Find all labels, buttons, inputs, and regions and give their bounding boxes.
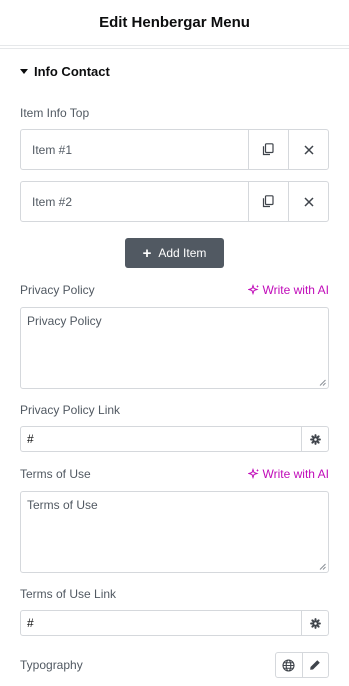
resize-handle-icon[interactable] [319,379,326,386]
write-with-ai-button[interactable]: Write with AI [247,467,329,481]
link-options-button[interactable] [301,610,329,636]
url-value: # [27,616,34,630]
resize-handle-icon[interactable] [319,563,326,570]
ai-sparkle-icon [247,468,259,480]
write-with-ai-button[interactable]: Write with AI [247,283,329,297]
repeater-item-title[interactable]: Item #1 [21,130,248,169]
repeater-item[interactable]: Item #1 [20,129,329,170]
caret-down-icon [20,69,28,74]
terms-of-use-link-input[interactable]: # [20,610,302,636]
remove-button[interactable] [288,182,328,221]
privacy-policy-textarea[interactable]: Privacy Policy [20,307,329,389]
ai-sparkle-icon [247,284,259,296]
global-typography-button[interactable] [276,653,302,677]
section-title: Info Contact [34,64,110,79]
write-with-ai-label: Write with AI [262,467,329,481]
repeater-item-title[interactable]: Item #2 [21,182,248,221]
privacy-policy-link-input[interactable]: # [20,426,302,452]
typography-controls [275,652,329,678]
add-item-label: Add Item [158,246,207,260]
repeater-label: Item Info Top [20,106,90,120]
remove-button[interactable] [288,130,328,169]
write-with-ai-label: Write with AI [262,283,329,297]
panel-header: Edit Henbergar Menu [0,0,349,45]
terms-of-use-textarea[interactable]: Terms of Use [20,491,329,573]
header-divider [0,45,349,46]
section-toggle-info-contact[interactable]: Info Contact [20,64,110,79]
typography-label: Typography [20,658,83,672]
pencil-icon [310,660,321,670]
textarea-value: Terms of Use [27,498,98,512]
copy-icon [262,195,274,208]
edit-typography-button[interactable] [301,653,329,677]
terms-of-use-label: Terms of Use [20,467,91,481]
duplicate-button[interactable] [248,130,288,169]
url-value: # [27,432,34,446]
textarea-value: Privacy Policy [27,314,102,328]
gear-icon [309,433,321,445]
header-divider [0,48,349,49]
privacy-policy-label: Privacy Policy [20,283,95,297]
repeater-item[interactable]: Item #2 [20,181,329,222]
globe-icon [282,658,295,672]
privacy-policy-link-label: Privacy Policy Link [20,403,121,417]
terms-of-use-link-label: Terms of Use Link [20,587,117,601]
link-options-button[interactable] [301,426,329,452]
plus-icon: + [142,244,152,262]
panel-title: Edit Henbergar Menu [99,14,250,31]
gear-icon [309,617,321,629]
close-icon [303,196,314,207]
close-icon [303,144,314,155]
copy-icon [262,143,274,156]
add-item-button[interactable]: + Add Item [125,238,224,268]
duplicate-button[interactable] [248,182,288,221]
